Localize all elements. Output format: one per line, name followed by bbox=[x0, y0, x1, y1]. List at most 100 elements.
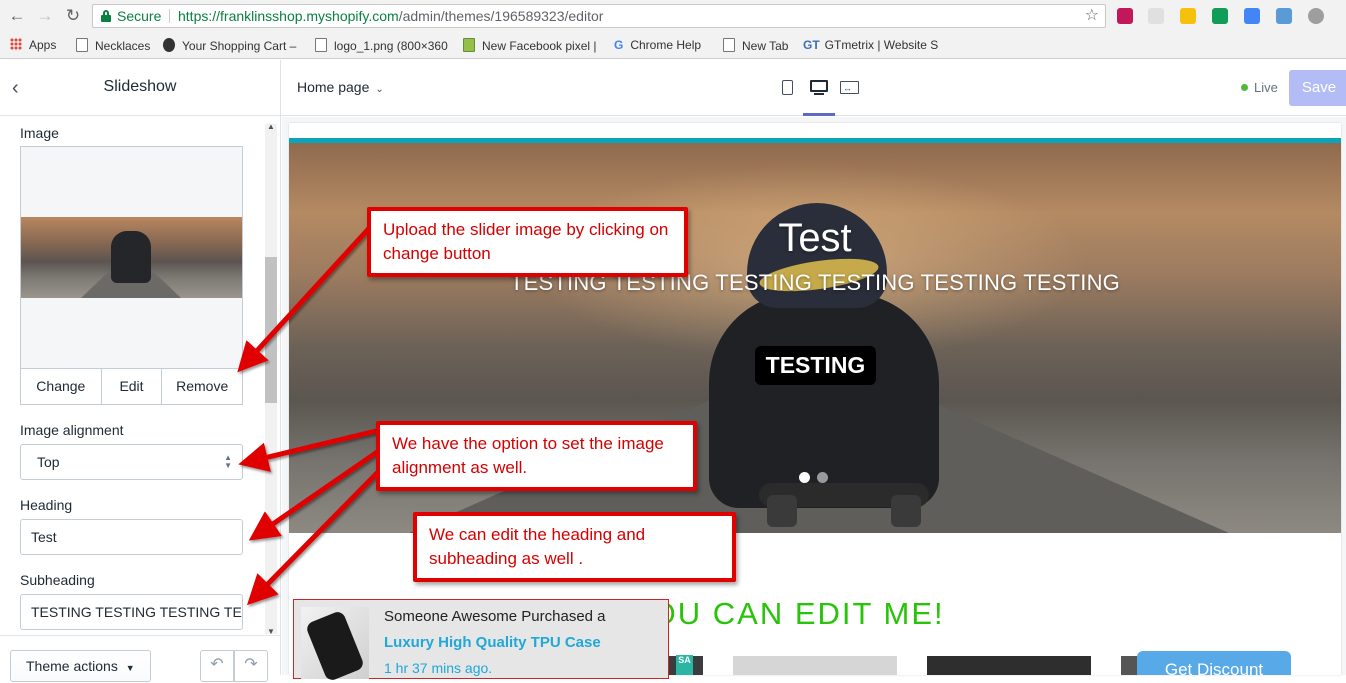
slide-button[interactable]: TESTING bbox=[755, 346, 876, 385]
bookmark-apps[interactable]: Apps bbox=[10, 38, 56, 52]
slide-dot-active[interactable] bbox=[799, 472, 810, 483]
slide-dot[interactable] bbox=[817, 472, 828, 483]
desktop-view-icon[interactable] bbox=[807, 78, 831, 98]
back-arrow-icon[interactable]: ← bbox=[6, 5, 28, 27]
section-heading: YOU CAN EDIT ME! bbox=[629, 596, 945, 631]
url-text: https://franklinsshop.myshopify.com/admi… bbox=[178, 5, 603, 27]
editor-topbar: Home page ⌄ ↔ Live Save bbox=[281, 60, 1346, 116]
sidebar-scrollbar[interactable]: ▲ ▼ bbox=[265, 122, 277, 636]
person-icon bbox=[163, 38, 175, 52]
bookmark-chrome-help[interactable]: G Chrome Help bbox=[614, 38, 701, 52]
extension-icon-7[interactable] bbox=[1308, 8, 1324, 24]
extension-icon-5[interactable] bbox=[1244, 8, 1260, 24]
product-image bbox=[301, 607, 369, 683]
url-host: https://franklinsshop.myshopify.com bbox=[178, 8, 399, 24]
product-thumbnail[interactable] bbox=[927, 656, 1091, 675]
url-path: /admin/themes/196589323/editor bbox=[398, 8, 604, 24]
select-arrows-icon: ▲ ▼ bbox=[224, 453, 232, 470]
apps-grid-icon bbox=[10, 38, 22, 50]
save-button[interactable]: Save bbox=[1289, 70, 1346, 106]
image-actions: Change Edit Remove bbox=[20, 368, 243, 405]
theme-actions-label: Theme actions bbox=[26, 658, 118, 674]
change-image-button[interactable]: Change bbox=[21, 369, 102, 404]
phone-case-image bbox=[304, 609, 366, 683]
forward-arrow-icon[interactable]: → bbox=[34, 5, 56, 27]
image-label: Image bbox=[20, 125, 59, 141]
page-icon bbox=[723, 38, 735, 52]
bookmark-label: New Tab bbox=[742, 39, 789, 53]
section-title: Slideshow bbox=[103, 78, 177, 95]
bookmark-label: logo_1.png (800×360 bbox=[334, 39, 448, 53]
bookmark-label: GTmetrix | Website S bbox=[824, 38, 939, 52]
shopify-icon bbox=[463, 38, 475, 52]
bookmark-new-tab[interactable]: New Tab bbox=[723, 38, 788, 53]
secure-label: Secure bbox=[117, 8, 162, 24]
bookmark-facebook-pixel[interactable]: New Facebook pixel | bbox=[463, 38, 597, 53]
notification-time: 1 hr 37 mins ago. bbox=[384, 660, 493, 676]
extension-icon-2[interactable] bbox=[1148, 8, 1164, 24]
product-thumbnail[interactable] bbox=[733, 656, 897, 675]
bookmark-label: Your Shopping Cart – bbox=[182, 39, 297, 53]
bookmark-necklaces[interactable]: Necklaces bbox=[76, 38, 150, 53]
gtmetrix-icon: GT bbox=[803, 38, 820, 52]
live-label: Live bbox=[1254, 80, 1278, 95]
caret-down-icon: ▼ bbox=[125, 663, 135, 673]
active-view-indicator bbox=[803, 113, 835, 116]
annotation-alignment: We have the option to set the image alig… bbox=[376, 421, 697, 491]
storefront-preview: Test TESTING TESTING TESTING TESTING TES… bbox=[289, 123, 1341, 675]
page-icon bbox=[76, 38, 88, 52]
page-icon bbox=[315, 38, 327, 52]
notification-product-link[interactable]: Luxury High Quality TPU Case bbox=[384, 634, 601, 651]
sidebar-footer: Theme actions ▼ ↶ ↷ bbox=[0, 635, 280, 682]
live-dot-icon bbox=[1241, 84, 1248, 91]
bookmark-label: New Facebook pixel | bbox=[482, 39, 597, 53]
annotation-upload: Upload the slider image by clicking on c… bbox=[367, 207, 688, 277]
image-alignment-value: Top bbox=[37, 454, 60, 470]
google-icon: G bbox=[614, 38, 624, 52]
extension-icon-1[interactable] bbox=[1117, 8, 1133, 24]
subheading-input[interactable]: TESTING TESTING TESTING TEST bbox=[20, 594, 243, 630]
edit-image-button[interactable]: Edit bbox=[102, 369, 163, 404]
heading-input[interactable]: Test bbox=[20, 519, 243, 555]
bookmark-logo[interactable]: logo_1.png (800×360 bbox=[315, 38, 448, 53]
chevron-down-icon: ⌄ bbox=[375, 84, 384, 95]
get-discount-button[interactable]: Get Discount bbox=[1137, 651, 1291, 675]
extension-icon-4[interactable] bbox=[1212, 8, 1228, 24]
bookmark-shopping-cart[interactable]: Your Shopping Cart – bbox=[163, 38, 296, 53]
live-status: Live bbox=[1241, 80, 1278, 95]
slide-image-thumbnail bbox=[21, 217, 242, 298]
image-alignment-label: Image alignment bbox=[20, 422, 124, 438]
slide-pagination bbox=[799, 470, 835, 488]
heading-label: Heading bbox=[20, 497, 73, 513]
annotation-heading: We can edit the heading and subheading a… bbox=[413, 512, 736, 582]
sale-tag: SA bbox=[676, 655, 693, 675]
remove-image-button[interactable]: Remove bbox=[162, 369, 242, 404]
reload-icon[interactable]: ↻ bbox=[62, 5, 84, 27]
notification-text: Someone Awesome Purchased a bbox=[384, 608, 606, 625]
address-bar[interactable]: Secure https://franklinsshop.myshopify.c… bbox=[92, 4, 1106, 28]
lock-icon bbox=[101, 10, 111, 22]
bookmarks-bar: Apps Necklaces Your Shopping Cart – logo… bbox=[0, 33, 1346, 59]
scrollbar-thumb[interactable] bbox=[265, 257, 277, 403]
address-separator bbox=[169, 9, 170, 23]
theme-editor-sidebar: ‹ Slideshow Image Change Edit Remove Ima… bbox=[0, 60, 281, 682]
image-picker bbox=[20, 146, 243, 405]
bookmark-label: Necklaces bbox=[95, 39, 151, 53]
theme-actions-button[interactable]: Theme actions ▼ bbox=[10, 650, 151, 682]
scroll-up-icon[interactable]: ▲ bbox=[265, 122, 277, 131]
highlighter-extension-icon[interactable] bbox=[1180, 8, 1196, 24]
sidebar-header: ‹ Slideshow bbox=[0, 60, 280, 116]
browser-toolbar: ← → ↻ Secure https://franklinsshop.mysho… bbox=[0, 0, 1346, 33]
undo-icon[interactable]: ↶ bbox=[200, 650, 234, 682]
bookmark-label: Apps bbox=[29, 38, 57, 52]
image-alignment-select[interactable]: Top ▲ ▼ bbox=[20, 444, 243, 480]
redo-icon[interactable]: ↷ bbox=[234, 650, 268, 682]
bookmark-star-icon[interactable]: ☆ bbox=[1085, 5, 1099, 27]
preview-area: Test TESTING TESTING TESTING TESTING TES… bbox=[282, 117, 1346, 675]
mobile-view-icon[interactable] bbox=[776, 78, 800, 98]
purchase-notification[interactable]: Someone Awesome Purchased a Luxury High … bbox=[293, 599, 669, 683]
extension-icon-6[interactable] bbox=[1276, 8, 1292, 24]
page-selector[interactable]: Home page ⌄ bbox=[297, 79, 384, 95]
fullscreen-view-icon[interactable]: ↔ bbox=[838, 78, 862, 98]
bookmark-gtmetrix[interactable]: GT GTmetrix | Website S bbox=[803, 38, 938, 52]
